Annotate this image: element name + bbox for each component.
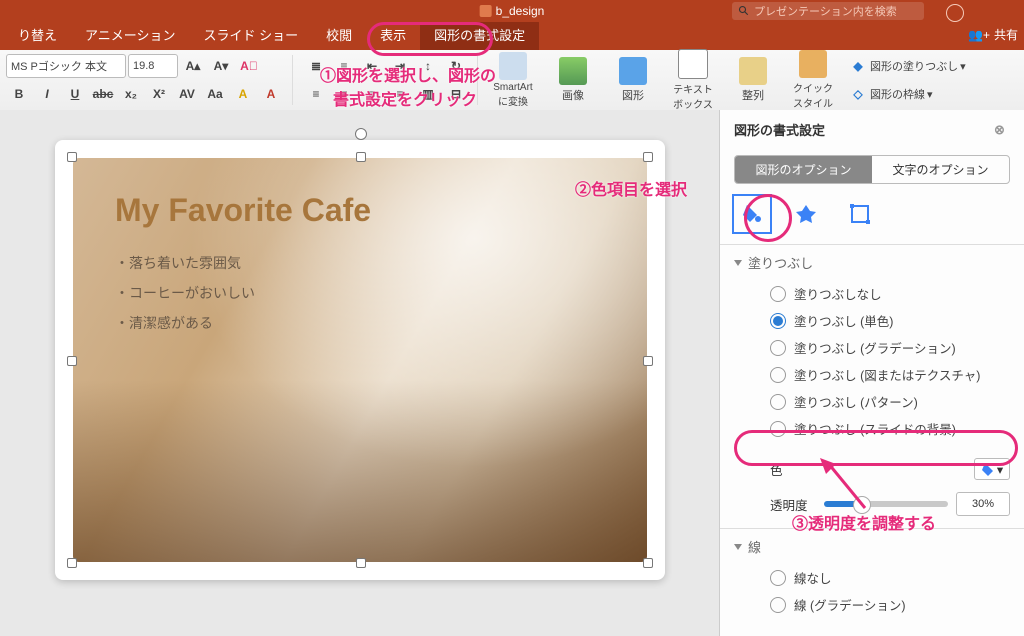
font-size-select[interactable]: 19.8: [128, 54, 178, 78]
document-name: b_design: [480, 4, 545, 18]
chevron-down-icon: [734, 544, 742, 550]
bullet-1: ・落ち着いた雰囲気: [115, 253, 371, 273]
radio-picture-fill[interactable]: 塗りつぶし (図またはテクスチャ): [770, 361, 1010, 388]
doc-title: b_design: [496, 4, 545, 18]
seg-shape-options[interactable]: 図形のオプション: [735, 156, 872, 183]
search-box[interactable]: プレゼンテーション内を検索: [732, 2, 924, 20]
transparency-slider[interactable]: [824, 501, 948, 507]
resize-handle-sw[interactable]: [67, 558, 77, 568]
chevron-down-icon: [734, 260, 742, 266]
paint-bucket-icon: [981, 461, 997, 477]
share-button[interactable]: 👥+ 共有: [968, 26, 1018, 43]
annotation-1a: ①図形を選択し、図形の: [320, 62, 496, 86]
textbox-icon: [678, 49, 708, 79]
shape-outline-button[interactable]: 図形の枠線: [870, 86, 925, 102]
radio-solid-fill[interactable]: 塗りつぶし (単色): [770, 307, 1010, 334]
grow-font-button[interactable]: A▴: [180, 54, 206, 78]
tab-view[interactable]: 表示: [366, 19, 420, 50]
quickstyle-icon: [799, 50, 827, 78]
feedback-icon[interactable]: [946, 4, 964, 22]
pane-title: 図形の書式設定: [734, 120, 825, 139]
radio-pattern-fill[interactable]: 塗りつぶし (パターン): [770, 388, 1010, 415]
tab-animation[interactable]: アニメーション: [71, 19, 189, 50]
radio-gradient-fill[interactable]: 塗りつぶし (グラデーション): [770, 334, 1010, 361]
shape-button[interactable]: 図形: [608, 57, 658, 103]
clear-format-button[interactable]: A⃠: [236, 54, 262, 78]
size-category-icon[interactable]: [842, 196, 878, 232]
highlight-button[interactable]: A: [230, 82, 256, 106]
close-pane-button[interactable]: ⊗: [994, 122, 1010, 138]
shrink-font-button[interactable]: A▾: [208, 54, 234, 78]
annotation-2: ②色項目を選択: [575, 176, 687, 200]
annotation-3: ③透明度を調整する: [792, 510, 936, 534]
italic-button[interactable]: I: [34, 82, 60, 106]
underline-button[interactable]: U: [62, 82, 88, 106]
seg-text-options[interactable]: 文字のオプション: [872, 156, 1009, 183]
effects-category-icon[interactable]: [788, 196, 824, 232]
resize-handle-n[interactable]: [356, 152, 366, 162]
change-case-button[interactable]: Aa: [202, 82, 228, 106]
image-icon: [559, 57, 587, 85]
bold-button[interactable]: B: [6, 82, 32, 106]
arrange-icon: [739, 57, 767, 85]
tab-shape-format[interactable]: 図形の書式設定: [420, 19, 539, 50]
ribbon-tabs: り替え アニメーション スライド ショー 校閲 表示 図形の書式設定: [0, 22, 1024, 50]
shape-fill-icon: ◆: [848, 54, 868, 78]
text-placeholder[interactable]: My Favorite Cafe ・落ち着いた雰囲気 ・コーヒーがおいしい ・清…: [115, 192, 371, 343]
quickstyle-button[interactable]: クイック スタイル: [788, 50, 838, 110]
resize-handle-nw[interactable]: [67, 152, 77, 162]
slide[interactable]: My Favorite Cafe ・落ち着いた雰囲気 ・コーヒーがおいしい ・清…: [55, 140, 665, 580]
radio-slide-bg-fill[interactable]: 塗りつぶし (スライドの背景): [770, 415, 1010, 442]
font-family-select[interactable]: MS Pゴシック 本文: [6, 54, 126, 78]
subscript-button[interactable]: x₂: [118, 82, 144, 106]
pane-segment: 図形のオプション 文字のオプション: [734, 155, 1010, 184]
fill-section-header[interactable]: 塗りつぶし: [720, 245, 1024, 280]
tab-slideshow[interactable]: スライド ショー: [190, 19, 313, 50]
rotate-handle[interactable]: [355, 128, 367, 140]
font-color-button[interactable]: A: [258, 82, 284, 106]
image-button[interactable]: 画像: [548, 57, 598, 103]
char-spacing-button[interactable]: AV: [174, 82, 200, 106]
superscript-button[interactable]: X²: [146, 82, 172, 106]
textbox-button[interactable]: テキスト ボックス: [668, 49, 718, 111]
format-pane: 図形の書式設定 ⊗ 図形のオプション 文字のオプション 塗りつぶし 塗りつぶしな…: [719, 110, 1024, 636]
color-label: 色: [770, 460, 783, 479]
radio-gradient-line[interactable]: 線 (グラデーション): [770, 591, 1010, 618]
color-picker-button[interactable]: ▾: [974, 458, 1010, 480]
annotation-1b: 書式設定をクリック: [333, 86, 477, 110]
shape-outline-icon: ◇: [848, 82, 868, 106]
resize-handle-ne[interactable]: [643, 152, 653, 162]
tab-transitions[interactable]: り替え: [4, 19, 71, 50]
share-icon: 👥+: [968, 28, 990, 42]
strike-button[interactable]: abc: [90, 82, 116, 106]
smartart-icon: [499, 52, 527, 80]
shape-fill-button[interactable]: 図形の塗りつぶし: [870, 58, 958, 74]
search-icon: [738, 5, 750, 17]
titlebar: b_design プレゼンテーション内を検索: [0, 0, 1024, 22]
resize-handle-s[interactable]: [356, 558, 366, 568]
ribbon: MS Pゴシック 本文 19.8 A▴ A▾ A⃠ B I U abc x₂ X…: [0, 50, 1024, 111]
radio-no-line[interactable]: 線なし: [770, 564, 1010, 591]
app-root: b_design プレゼンテーション内を検索 り替え アニメーション スライド …: [0, 0, 1024, 636]
resize-handle-se[interactable]: [643, 558, 653, 568]
fill-category-icon[interactable]: [734, 196, 770, 232]
arrange-button[interactable]: 整列: [728, 57, 778, 103]
transparency-value[interactable]: 30%: [956, 492, 1010, 516]
shape-icon: [619, 57, 647, 85]
resize-handle-w[interactable]: [67, 356, 77, 366]
doc-icon: [480, 5, 492, 17]
search-placeholder: プレゼンテーション内を検索: [754, 3, 897, 19]
bullet-2: ・コーヒーがおいしい: [115, 283, 371, 303]
slide-title: My Favorite Cafe: [115, 192, 371, 229]
radio-no-fill[interactable]: 塗りつぶしなし: [770, 280, 1010, 307]
line-section-header[interactable]: 線: [720, 529, 1024, 564]
resize-handle-e[interactable]: [643, 356, 653, 366]
tab-review[interactable]: 校閲: [312, 19, 366, 50]
bullet-3: ・清潔感がある: [115, 313, 371, 333]
